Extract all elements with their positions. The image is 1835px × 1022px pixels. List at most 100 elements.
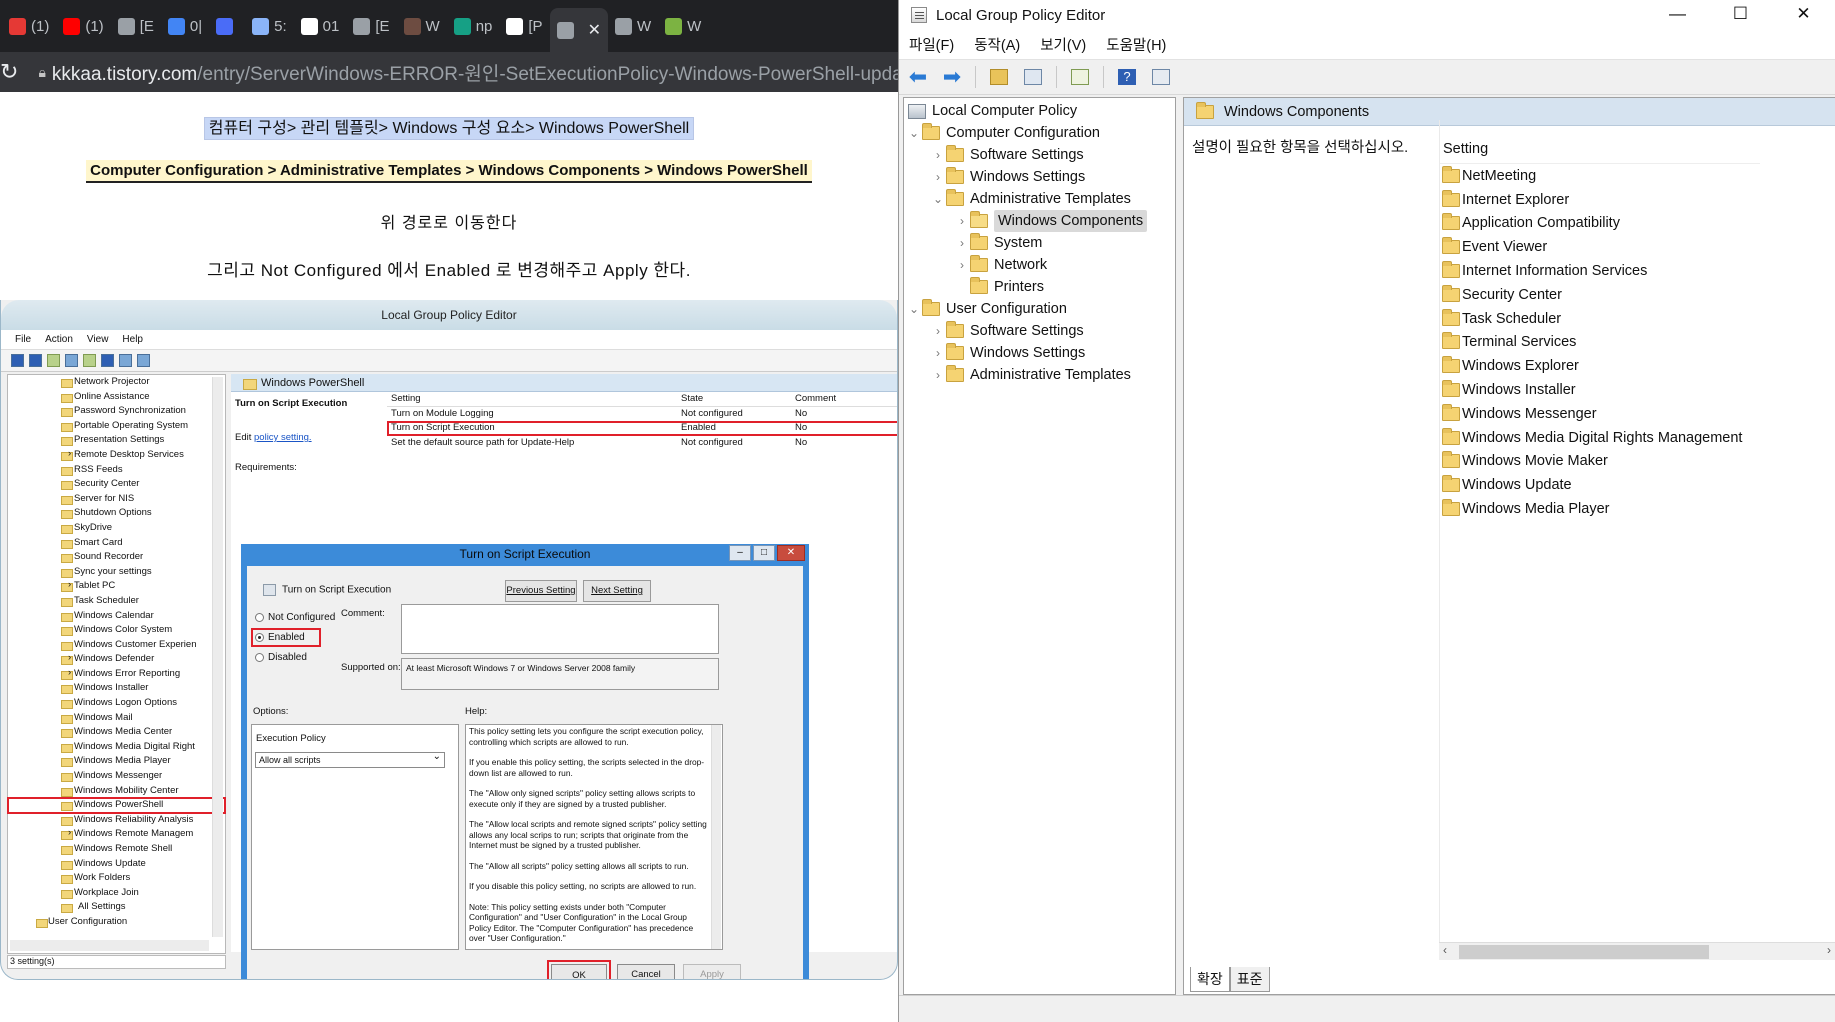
tab-favicon-icon	[252, 17, 270, 35]
chevron-down-icon[interactable]: ⌄	[906, 122, 922, 144]
tree-uc-software-settings[interactable]: › Software Settings	[930, 320, 1084, 342]
tree-windows-components[interactable]: › Windows Components	[954, 210, 1148, 232]
list-item[interactable]: Windows Movie Maker	[1440, 450, 1835, 474]
tree-cc-software-settings[interactable]: › Software Settings	[930, 144, 1084, 166]
tab-favicon-icon	[353, 17, 371, 35]
path-korean: 컴퓨터 구성> 관리 템플릿> Windows 구성 요소> Windows P…	[0, 114, 898, 140]
list-item[interactable]: NetMeeting	[1440, 164, 1835, 188]
tab-standard[interactable]: 표준	[1229, 966, 1270, 992]
list-item[interactable]: Security Center	[1440, 283, 1835, 307]
list-item-label: Windows Media Digital Rights Management	[1462, 429, 1743, 446]
forward-arrow-icon[interactable]: ➡	[941, 64, 963, 89]
address-bar: ↻ 🔒︎ kkkaa.tistory.com/entry/ServerWindo…	[0, 52, 898, 92]
browser-tab[interactable]: 01	[294, 8, 347, 44]
tree-cc-administrative-templates[interactable]: ⌄ Administrative Templates	[930, 188, 1131, 210]
list-item[interactable]: Terminal Services	[1440, 331, 1835, 355]
tree-user-configuration[interactable]: ⌄ User Configuration	[906, 298, 1067, 320]
browser-tab[interactable]: (1)	[56, 8, 110, 44]
tree-computer-configuration[interactable]: ⌄ Computer Configuration	[906, 122, 1100, 144]
url-field[interactable]: kkkaa.tistory.com/entry/ServerWindows-ER…	[52, 59, 898, 86]
tab-extended[interactable]: 확장	[1190, 966, 1230, 992]
export-list-icon[interactable]	[1069, 66, 1091, 88]
tree-local-computer-policy[interactable]: Local Computer Policy	[908, 100, 1077, 122]
list-item[interactable]: Windows Installer	[1440, 378, 1835, 402]
url-domain: kkkaa.tistory.com	[51, 63, 198, 85]
tree-uc-administrative-templates[interactable]: › Administrative Templates	[930, 364, 1131, 386]
grid-cell-comment: No	[795, 407, 808, 419]
scrollbar-thumb[interactable]	[1459, 945, 1709, 959]
tree-row: Windows Error Reporting	[8, 666, 225, 682]
list-item[interactable]: Windows Explorer	[1440, 354, 1835, 378]
chevron-right-icon[interactable]: ›	[930, 144, 946, 166]
browser-tab[interactable]: np	[447, 8, 500, 44]
menu-item[interactable]: 동작(A)	[974, 34, 1020, 55]
chevron-right-icon[interactable]: ›	[954, 210, 970, 232]
chevron-right-icon[interactable]: ›	[930, 320, 946, 342]
column-header-setting[interactable]: Setting	[1440, 134, 1760, 164]
screenshot-menu-item: File	[15, 334, 32, 345]
browser-tab[interactable]: W	[658, 8, 708, 44]
tree-network[interactable]: › Network	[954, 254, 1047, 276]
folder-icon	[1442, 499, 1460, 517]
chevron-right-icon[interactable]: ›	[954, 254, 970, 276]
grid-cell-setting: Set the default source path for Update-H…	[391, 436, 575, 448]
list-item[interactable]: Windows Media Digital Rights Management	[1440, 426, 1835, 450]
supported-value: At least Microsoft Windows 7 or Windows …	[406, 663, 636, 673]
grid-cell-setting: Turn on Script Execution	[391, 422, 495, 433]
toolbar-separator	[1103, 66, 1104, 88]
radio-selected-icon	[255, 633, 264, 642]
browser-tab[interactable]: W	[608, 8, 658, 44]
horizontal-scrollbar[interactable]: ‹ ›	[1439, 942, 1835, 960]
show-hide-console-tree-icon[interactable]	[1022, 66, 1044, 88]
maximize-button[interactable]: ☐	[1709, 0, 1772, 30]
list-item[interactable]: Windows Media Player	[1440, 497, 1835, 521]
chevron-down-icon[interactable]: ⌄	[930, 188, 946, 210]
browser-tab[interactable]: [P	[499, 8, 549, 44]
tree-row: Windows PowerShell	[7, 797, 226, 814]
chevron-right-icon[interactable]: ›	[930, 342, 946, 364]
scroll-right-icon[interactable]: ›	[1827, 943, 1831, 957]
list-item[interactable]: Application Compatibility	[1440, 212, 1835, 236]
back-arrow-icon[interactable]: ⬅	[907, 64, 929, 89]
browser-tab[interactable]: (1)	[2, 8, 56, 44]
browser-tab[interactable]: W	[397, 8, 447, 44]
list-item[interactable]: Task Scheduler	[1440, 307, 1835, 331]
browser-tab[interactable]: [E	[346, 8, 396, 44]
tree-row: Windows Media Player	[8, 754, 225, 769]
tree-uc-windows-settings[interactable]: › Windows Settings	[930, 342, 1085, 364]
browser-tab[interactable]: 5:	[245, 8, 294, 44]
menu-item[interactable]: 도움말(H)	[1106, 34, 1166, 55]
dialog-title: Turn on Script Execution	[459, 547, 591, 561]
chevron-right-icon[interactable]: ›	[954, 232, 970, 254]
browser-tab[interactable]	[209, 8, 245, 44]
tree-printers[interactable]: Printers	[970, 276, 1044, 298]
list-item[interactable]: Windows Update	[1440, 473, 1835, 497]
extended-view-icon[interactable]	[1150, 66, 1172, 88]
menu-item[interactable]: 보기(V)	[1040, 34, 1086, 55]
scroll-left-icon[interactable]: ‹	[1443, 943, 1447, 957]
path-english-text: Computer Configuration > Administrative …	[86, 160, 812, 183]
list-item[interactable]: Windows Messenger	[1440, 402, 1835, 426]
tree-system[interactable]: › System	[954, 232, 1042, 254]
help-icon[interactable]: ?	[1116, 66, 1138, 88]
up-folder-icon	[47, 354, 60, 367]
radio-disabled: Disabled	[255, 652, 307, 663]
lock-icon[interactable]: 🔒︎	[38, 64, 45, 81]
reload-icon[interactable]: ↻	[0, 59, 18, 85]
browser-tab[interactable]: [E	[111, 8, 161, 44]
tab-close-icon[interactable]: ✕	[588, 20, 601, 40]
list-item-label: Task Scheduler	[1462, 310, 1562, 327]
tree-cc-windows-settings[interactable]: › Windows Settings	[930, 166, 1085, 188]
list-item[interactable]: Internet Information Services	[1440, 259, 1835, 283]
minimize-button[interactable]: —	[1646, 0, 1709, 30]
close-button[interactable]: ✕	[1772, 0, 1835, 30]
browser-tab[interactable]: ✕	[549, 8, 608, 52]
chevron-right-icon[interactable]: ›	[930, 166, 946, 188]
list-item[interactable]: Internet Explorer	[1440, 188, 1835, 212]
menu-item[interactable]: 파일(F)	[909, 34, 954, 55]
chevron-right-icon[interactable]: ›	[930, 364, 946, 386]
list-item[interactable]: Event Viewer	[1440, 235, 1835, 259]
chevron-down-icon[interactable]: ⌄	[906, 298, 922, 320]
browser-tab[interactable]: 0|	[161, 8, 209, 44]
up-folder-icon[interactable]	[988, 66, 1010, 88]
